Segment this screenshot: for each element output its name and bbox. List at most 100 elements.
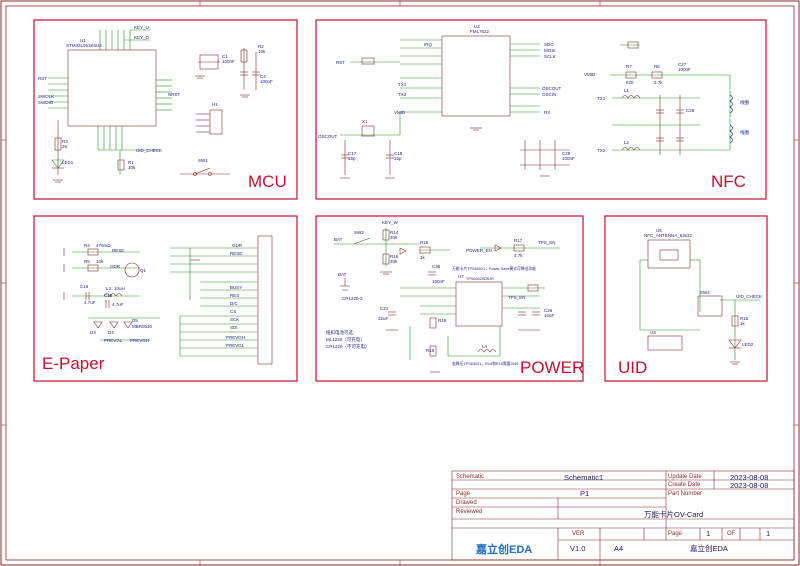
epaper-c15: C15 [104, 293, 113, 298]
epaper-d4: D4 [108, 330, 114, 335]
nfc-oscout-left: OSCOUT [318, 134, 338, 139]
power-r14-val: 20k [390, 235, 398, 240]
mcu-key-u: KEY_U [134, 25, 149, 30]
nfc-l1: L1 [624, 88, 630, 93]
tb-update-date-label: Update Date [668, 474, 702, 480]
uid-uid-check: UID_CHECK [736, 294, 762, 299]
tb-schematic-label: Schematic [456, 474, 485, 480]
nfc-r7: R7 [626, 64, 632, 69]
tb-create-date-label: Create Date [668, 482, 701, 488]
mcu-key-d: KEY_D [134, 35, 150, 40]
epaper-d5-part: MBR0530 [132, 324, 153, 329]
epaper-c16: C16 [80, 284, 89, 289]
tb-page-num-label: Page [668, 531, 683, 537]
power-note-top: 万能卡片TPS63021，Power Save模式可降低功耗 [452, 266, 536, 271]
epaper-r4-val: 470mΩ [96, 243, 111, 248]
power-power-en: POWER_EN [466, 248, 492, 253]
mcu-c1-val: 100nF [222, 59, 235, 64]
epaper-dc: D/C [230, 301, 239, 306]
nfc-x1: X1 [362, 119, 368, 124]
tb-size-value: A4 [614, 544, 624, 553]
mcu-r2-val: 10k [258, 49, 266, 54]
block-label-nfc: NFC [711, 172, 746, 191]
tb-of-label: OF [727, 531, 736, 537]
tb-page-label: Page [456, 491, 471, 497]
nfc-r7-val: 820 [626, 80, 634, 85]
power-r16: R16 [420, 240, 429, 245]
block-label-power: POWER [520, 358, 585, 377]
uid-labels: U5 NFC_ANTENNA_53x22 SW4 U3 UID_CHECK R1… [644, 228, 762, 347]
nfc-ant1: 线圈 [740, 99, 749, 106]
nfc-r6-val: 2.7k [654, 80, 663, 85]
nfc-c17-val: 15p [348, 156, 356, 161]
power-c35-val: 100nF [432, 279, 445, 284]
nfc-tx1: TX1 [398, 82, 407, 87]
nfc-oscout: OSCOUT [542, 86, 562, 91]
nfc-c28: C28 [686, 108, 695, 113]
tb-page-num: 1 [706, 529, 711, 538]
power-tps-en: TPS_EN [538, 240, 556, 245]
nfc-ant2: 线圈 [740, 129, 749, 136]
mcu-sw1: SW1 [198, 158, 208, 163]
uid-r15-val: 1k [740, 321, 746, 326]
mcu-swdio: SWDIO [38, 100, 54, 105]
tb-company: 嘉立创EDA [690, 544, 728, 553]
power-batt-note3: CR1220（不可充电） [326, 343, 370, 350]
power-c21-val: 22uF [378, 316, 389, 321]
power-r17-val: 4.7k [514, 253, 523, 258]
epaper-l3: L3 [106, 286, 112, 291]
tb-create-date-value: 2023-08-08 [730, 481, 769, 490]
power-circuit [334, 228, 560, 373]
mcu-r3-val: 2K [62, 144, 68, 149]
nfc-r6: R6 [654, 64, 660, 69]
epaper-res: RES [230, 293, 239, 298]
tb-page-value: P1 [580, 489, 590, 498]
epaper-d5: D5 [132, 318, 138, 323]
nfc-c27-val: 100nF [678, 67, 691, 72]
nfc-rst: RST [336, 60, 345, 65]
nfc-u2-part: FM17522 [470, 29, 490, 34]
nfc-rx: RX [544, 110, 550, 115]
nfc-vmid: VMID [394, 110, 406, 115]
power-c35: C35 [432, 264, 441, 269]
epaper-r4: R4 [84, 243, 90, 248]
jlc-eda-logo: 嘉立创EDA [476, 544, 533, 556]
mcu-h1: H1 [212, 102, 218, 107]
power-c21: C21 [380, 306, 389, 311]
epaper-prevgl: PREVGL [104, 338, 123, 343]
nfc-tx2: TX2 [398, 92, 407, 97]
nfc-labels: U2 FM17522 RST IRQ SDO MOSI SCLK OSCOUT … [318, 24, 749, 161]
nfc-irq: IRQ [424, 42, 433, 47]
uid-led2: LED2 [742, 342, 754, 347]
nfc-oscin: OSCIN [542, 92, 556, 97]
power-r18: R18 [426, 348, 435, 353]
mcu-labels: U1 STM32L051K6U6 KEY_U KEY_D RST SWCLK S… [38, 25, 273, 170]
mcu-u1-part: STM32L051K6U6 [66, 43, 102, 48]
nfc-c18-val: 15p [394, 156, 402, 161]
epaper-c15-val: 4.7uF [112, 302, 124, 307]
block-label-uid: UID [618, 358, 648, 377]
nfc-vmid-right: VMID [584, 72, 596, 77]
power-sw2: SW2 [354, 230, 364, 235]
uid-antenna: NFC_ANTENNA_53x22 [644, 233, 693, 238]
mcu-r1-val: 10k [128, 165, 136, 170]
power-u7: U7 [458, 274, 464, 279]
tb-page-total: 1 [766, 529, 771, 538]
nfc-sclk: SCLK [544, 54, 556, 59]
power-r19: R19 [438, 318, 447, 323]
power-key-w: KEY_W [382, 220, 399, 225]
power-note-bot: 若降压TPS63021，R19和R18需要DNS [452, 361, 519, 366]
epaper-sdi: SDI [230, 325, 238, 330]
power-bat: BAT [334, 237, 343, 242]
epaper-rese: RESE [112, 248, 124, 253]
power-r15-val: 20k [390, 259, 398, 264]
block-label-mcu: MCU [248, 172, 287, 191]
epaper-d3: D3 [90, 330, 96, 335]
epaper-r5: R5 [84, 259, 90, 264]
epaper-gdr-right: GDR [232, 243, 243, 248]
power-batt-ref: BAT [338, 272, 347, 277]
power-l4: L4 [482, 344, 488, 349]
tb-reviewed-label: Reviewed [456, 509, 483, 515]
tb-project-title: 万能卡片OV-Card [644, 510, 704, 519]
power-batt-note2: ML1220（可充电） [326, 336, 365, 343]
